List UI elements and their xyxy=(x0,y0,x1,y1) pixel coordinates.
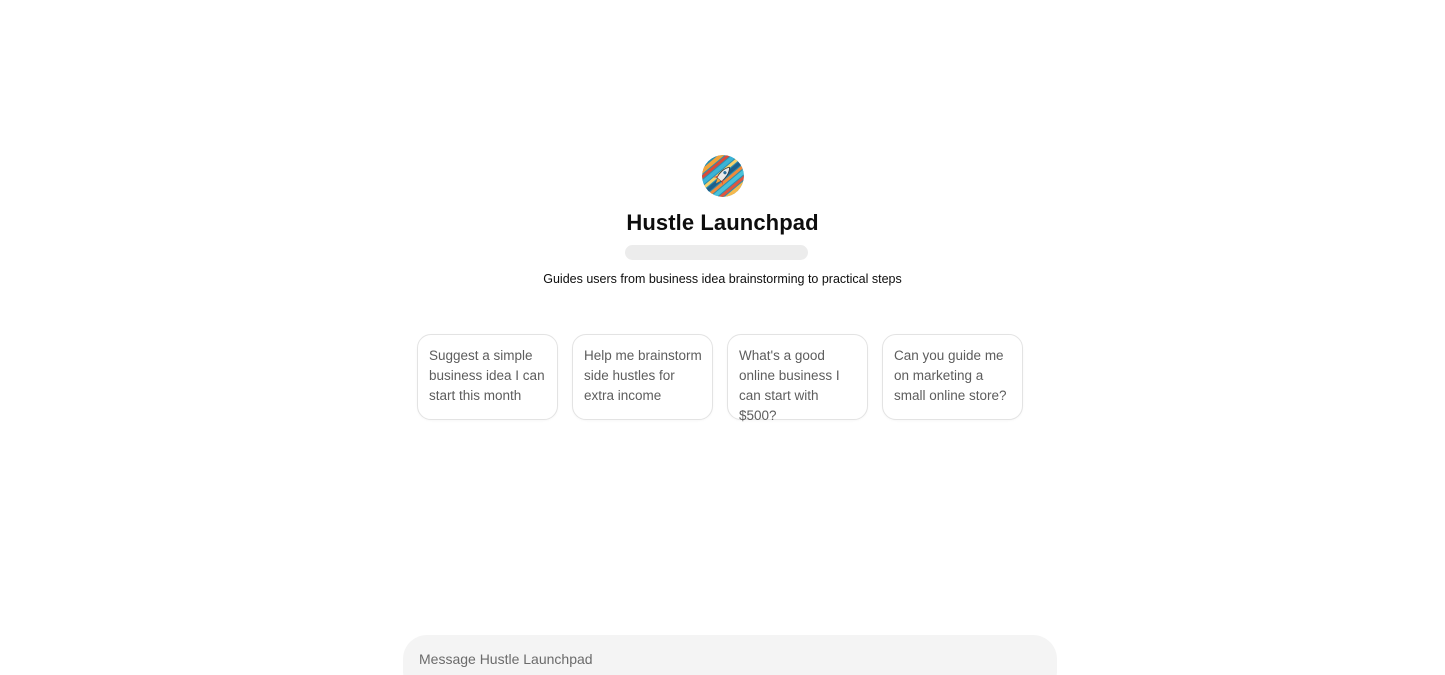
gpt-hero: Hustle Launchpad Guides users from busin… xyxy=(0,155,1445,287)
rocket-icon xyxy=(702,155,744,197)
author-placeholder-bar xyxy=(625,245,808,260)
gpt-start-page: Hustle Launchpad Guides users from busin… xyxy=(0,0,1445,675)
conversation-starters: Suggest a simple business idea I can sta… xyxy=(417,334,1023,423)
gpt-avatar xyxy=(702,155,744,197)
starter-button[interactable]: What's a good online business I can star… xyxy=(727,334,868,423)
starter-button[interactable]: Suggest a simple business idea I can sta… xyxy=(417,334,558,420)
message-composer xyxy=(403,635,1057,675)
gpt-description: Guides users from business idea brainsto… xyxy=(543,272,902,286)
starter-button[interactable]: Can you guide me on marketing a small on… xyxy=(882,334,1023,420)
starter-button[interactable]: Help me brainstorm side hustles for extr… xyxy=(572,334,713,420)
gpt-title: Hustle Launchpad xyxy=(626,210,819,235)
message-input[interactable] xyxy=(419,649,1041,669)
